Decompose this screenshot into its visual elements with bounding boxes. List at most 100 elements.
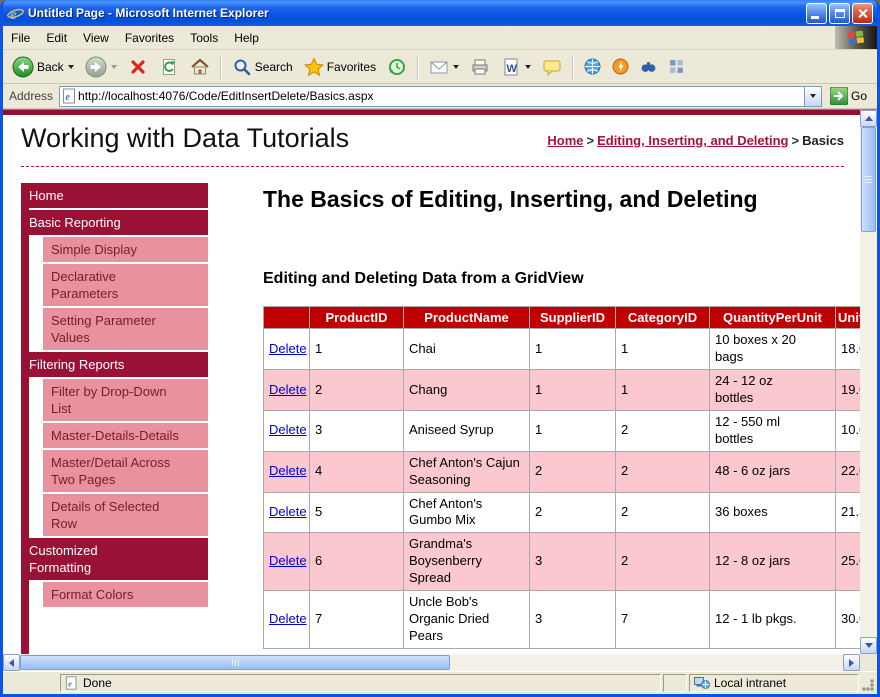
- windows-flag-icon: [835, 26, 877, 49]
- refresh-button[interactable]: [154, 55, 184, 79]
- cell-productname: Chai: [404, 329, 530, 370]
- vertical-scroll-track[interactable]: [860, 127, 877, 637]
- close-button[interactable]: [852, 3, 873, 24]
- cell-categoryid: 2: [616, 533, 710, 591]
- scrollbar-corner: [860, 654, 877, 671]
- menu-favorites[interactable]: Favorites: [117, 26, 182, 49]
- edit-word-icon: W: [501, 57, 521, 77]
- resize-grip[interactable]: [861, 674, 875, 692]
- delete-link[interactable]: Delete: [269, 422, 307, 437]
- go-button[interactable]: Go: [822, 87, 873, 105]
- home-icon: [190, 57, 210, 77]
- discuss-button[interactable]: [537, 55, 567, 79]
- sidebar-item-details-of-selected-row[interactable]: Details of Selected Row: [43, 494, 208, 536]
- menu-view[interactable]: View: [75, 26, 117, 49]
- sidebar-nav: Home Basic Reporting Simple Display Decl…: [21, 183, 208, 649]
- minimize-button[interactable]: [806, 3, 827, 24]
- sidebar-item-setting-parameter-values[interactable]: Setting Parameter Values: [43, 308, 208, 350]
- menu-bar: File Edit View Favorites Tools Help: [3, 26, 877, 50]
- breadcrumb-home-link[interactable]: Home: [547, 133, 583, 148]
- sidebar-item-master-detail-two-pages[interactable]: Master/Detail Across Two Pages: [43, 450, 208, 492]
- sidebar-item-home[interactable]: Home: [21, 183, 208, 208]
- breadcrumb-separator: >: [788, 133, 802, 148]
- horizontal-scrollbar[interactable]: [3, 654, 860, 671]
- scroll-up-button[interactable]: [860, 110, 877, 127]
- sidebar-item-simple-display[interactable]: Simple Display: [43, 237, 208, 262]
- mail-button[interactable]: [424, 55, 464, 79]
- cell-unitprice: 30.00: [836, 591, 861, 649]
- delete-link[interactable]: Delete: [269, 504, 307, 519]
- vertical-scroll-thumb[interactable]: [861, 127, 876, 232]
- sidebar-item-format-colors[interactable]: Format Colors: [43, 582, 208, 607]
- address-input[interactable]: [78, 88, 804, 105]
- scroll-right-button[interactable]: [843, 654, 860, 671]
- forward-button[interactable]: [80, 54, 122, 80]
- table-row: Delete 2 Chang 1 1 24 - 12 oz bottles 19…: [264, 370, 861, 411]
- cell-productname: Aniseed Syrup: [404, 411, 530, 452]
- home-button[interactable]: [185, 55, 215, 79]
- maximize-button[interactable]: [829, 3, 850, 24]
- delete-link[interactable]: Delete: [269, 553, 307, 568]
- refresh-icon: [159, 57, 179, 77]
- grid-header-productid: ProductID: [310, 307, 404, 329]
- arrow-up-icon: [865, 116, 873, 121]
- scroll-down-button[interactable]: [860, 637, 877, 654]
- cell-unitprice: 18.00: [836, 329, 861, 370]
- search-label: Search: [255, 60, 293, 74]
- cell-categoryid: 1: [616, 329, 710, 370]
- address-label: Address: [7, 89, 59, 103]
- back-button[interactable]: Back: [7, 54, 79, 80]
- go-icon: [830, 87, 848, 105]
- favorites-button[interactable]: Favorites: [299, 55, 381, 79]
- binoculars-extra-button[interactable]: [635, 56, 662, 77]
- status-zone-pane: Local intranet: [689, 674, 859, 692]
- print-icon: [470, 57, 490, 77]
- cell-supplierid: 2: [530, 451, 616, 492]
- menu-tools[interactable]: Tools: [182, 26, 226, 49]
- cell-productname: Chang: [404, 370, 530, 411]
- chevron-down-icon: [810, 94, 816, 98]
- edit-button[interactable]: W: [496, 55, 536, 79]
- cell-unitprice: 22.00: [836, 451, 861, 492]
- address-dropdown-button[interactable]: [804, 87, 821, 106]
- breadcrumb-section-link[interactable]: Editing, Inserting, and Deleting: [597, 133, 788, 148]
- horizontal-scroll-thumb[interactable]: [20, 655, 450, 670]
- title-bar[interactable]: e Untitled Page - Microsoft Internet Exp…: [3, 0, 877, 26]
- mail-dropdown-icon: [453, 65, 459, 69]
- vertical-scrollbar[interactable]: [860, 110, 877, 654]
- tiles-extra-button[interactable]: [663, 56, 690, 77]
- breadcrumb-current: Basics: [802, 133, 844, 148]
- cell-supplierid: 1: [530, 411, 616, 452]
- delete-link[interactable]: Delete: [269, 382, 307, 397]
- sidebar-item-master-details-details[interactable]: Master-Details-Details: [43, 423, 208, 448]
- search-button[interactable]: Search: [227, 55, 298, 79]
- menu-file[interactable]: File: [3, 26, 38, 49]
- cell-quantityperunit: 12 - 1 lb pkgs.: [710, 591, 836, 649]
- delete-link[interactable]: Delete: [269, 611, 307, 626]
- lightning-extra-button[interactable]: [607, 56, 634, 77]
- globe-extra-button[interactable]: [579, 56, 606, 77]
- history-button[interactable]: [382, 55, 412, 79]
- sidebar-item-filtering-reports[interactable]: Filtering Reports: [21, 352, 208, 377]
- minimize-icon: [811, 16, 819, 19]
- cell-supplierid: 1: [530, 370, 616, 411]
- sidebar-item-basic-reporting[interactable]: Basic Reporting: [21, 210, 208, 235]
- main-content: The Basics of Editing, Inserting, and De…: [263, 183, 860, 649]
- stop-button[interactable]: [123, 55, 153, 79]
- delete-link[interactable]: Delete: [269, 463, 307, 478]
- back-dropdown-icon: [68, 65, 74, 69]
- sidebar-item-filter-by-dropdown-list[interactable]: Filter by Drop-Down List: [43, 379, 208, 421]
- sidebar-item-declarative-parameters[interactable]: Declarative Parameters: [43, 264, 208, 306]
- toolbar-separator: [220, 55, 222, 79]
- delete-link[interactable]: Delete: [269, 341, 307, 356]
- cell-supplierid: 2: [530, 492, 616, 533]
- scroll-left-button[interactable]: [3, 654, 20, 671]
- sidebar-item-customized-formatting[interactable]: Customized Formatting: [21, 538, 208, 580]
- menu-help[interactable]: Help: [226, 26, 267, 49]
- horizontal-scroll-track[interactable]: [20, 654, 843, 671]
- menu-edit[interactable]: Edit: [38, 26, 75, 49]
- address-field[interactable]: e: [59, 86, 822, 107]
- back-label: Back: [37, 60, 64, 74]
- grid-header-quantityperunit: QuantityPerUnit: [710, 307, 836, 329]
- print-button[interactable]: [465, 55, 495, 79]
